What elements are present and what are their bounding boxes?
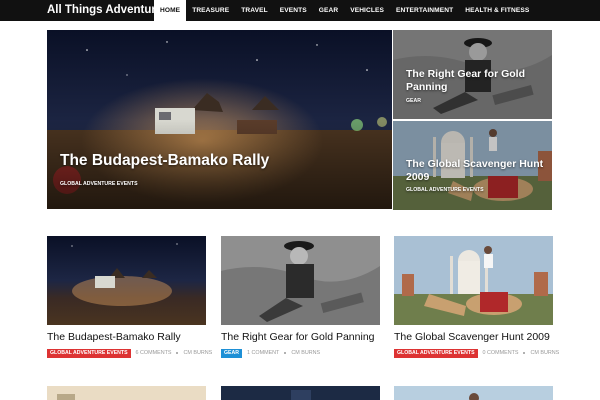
card-title[interactable]: The Global Scavenger Hunt 2009 <box>394 331 550 343</box>
category-badge[interactable]: GLOBAL ADVENTURE EVENTS <box>47 348 131 358</box>
comments-count[interactable]: 0 COMMENTS <box>483 350 519 356</box>
card-meta: GEAR 1 COMMENT CM BURNS <box>221 348 320 358</box>
nav-item-vehicles[interactable]: VEHICLES <box>344 0 390 21</box>
comments-count[interactable]: 6 COMMENTS <box>136 350 172 356</box>
nav-item-events[interactable]: EVENTS <box>274 0 313 21</box>
comments-count[interactable]: 1 COMMENT <box>247 350 279 356</box>
main-nav: HOME TREASURE TRAVEL EVENTS GEAR VEHICLE… <box>154 0 535 21</box>
nav-item-treasure[interactable]: TREASURE <box>186 0 235 21</box>
card-title[interactable]: The Right Gear for Gold Panning <box>221 331 375 343</box>
scavenger-hunt-thumbnail <box>394 236 553 325</box>
site-logo[interactable]: All Things Adventure <box>47 4 162 16</box>
sky-thumbnail <box>394 386 553 400</box>
card-image-rally[interactable] <box>47 236 206 325</box>
night-thumbnail <box>221 386 380 400</box>
hero-main-title[interactable]: The Budapest-Bamako Rally <box>60 152 269 170</box>
gold-panning-thumbnail <box>221 236 380 325</box>
hero-side-category[interactable]: GEAR <box>406 98 421 104</box>
card-meta: GLOBAL ADVENTURE EVENTS 0 COMMENTS CM BU… <box>394 348 559 358</box>
next-card-image[interactable] <box>394 386 553 400</box>
card-image-scavenger-hunt[interactable] <box>394 236 553 325</box>
nav-item-travel[interactable]: TRAVEL <box>235 0 274 21</box>
card-meta: GLOBAL ADVENTURE EVENTS 6 COMMENTS CM BU… <box>47 348 212 358</box>
nav-item-health-fitness[interactable]: HEALTH & FITNESS <box>459 0 535 21</box>
next-card-image[interactable] <box>47 386 206 400</box>
next-card-image[interactable] <box>221 386 380 400</box>
author-name[interactable]: CM BURNS <box>291 350 320 356</box>
author-name[interactable]: CM BURNS <box>183 350 212 356</box>
desert-thumbnail <box>47 386 206 400</box>
separator-dot-icon <box>176 352 179 354</box>
nav-item-home[interactable]: HOME <box>154 0 187 21</box>
nav-item-entertainment[interactable]: ENTERTAINMENT <box>390 0 459 21</box>
top-navbar: All Things Adventure HOME TREASURE TRAVE… <box>0 0 600 21</box>
hero-main-category[interactable]: GLOBAL ADVENTURE EVENTS <box>60 181 138 187</box>
separator-dot-icon <box>523 352 526 354</box>
card-title[interactable]: The Budapest-Bamako Rally <box>47 331 181 343</box>
hero-side-post-scavenger-hunt[interactable]: The Global Scavenger Hunt 2009 GLOBAL AD… <box>393 121 552 210</box>
separator-dot-icon <box>284 352 287 354</box>
hero-side-category[interactable]: GLOBAL ADVENTURE EVENTS <box>406 187 484 193</box>
hero-side-title[interactable]: The Right Gear for Gold Panning <box>406 68 541 94</box>
card-image-gold-panning[interactable] <box>221 236 380 325</box>
hero-featured-post[interactable]: The Budapest-Bamako Rally GLOBAL ADVENTU… <box>47 30 392 209</box>
hero-side-post-gold-panning[interactable]: The Right Gear for Gold Panning GEAR <box>393 30 552 119</box>
author-name[interactable]: CM BURNS <box>530 350 559 356</box>
nav-item-gear[interactable]: GEAR <box>313 0 344 21</box>
rally-night-thumbnail <box>47 236 206 325</box>
category-badge[interactable]: GLOBAL ADVENTURE EVENTS <box>394 348 478 358</box>
hero-side-title[interactable]: The Global Scavenger Hunt 2009 <box>406 158 546 184</box>
category-badge[interactable]: GEAR <box>221 348 242 358</box>
